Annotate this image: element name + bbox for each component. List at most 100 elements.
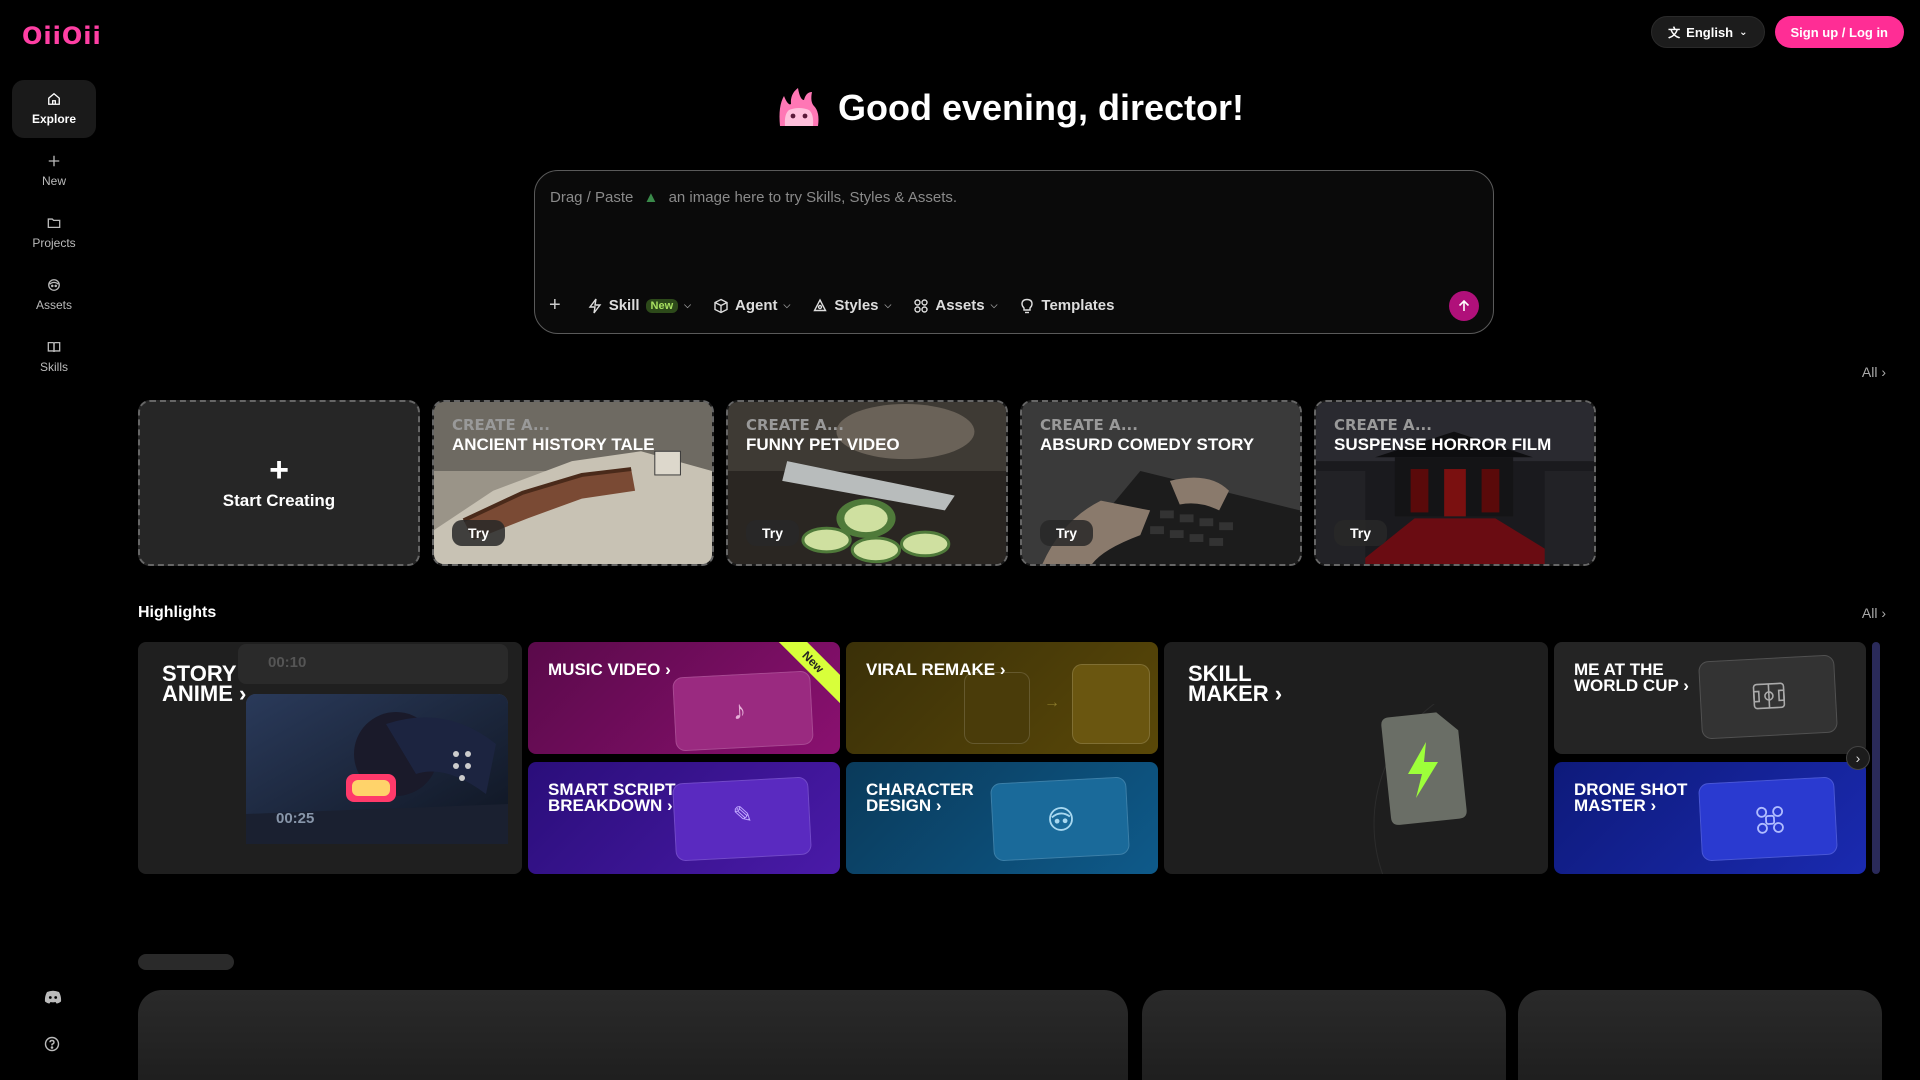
character-card (990, 776, 1130, 862)
cube-icon (714, 298, 728, 313)
all-label: All (1861, 605, 1878, 621)
card-title: ABSURD COMEDY STORY (1040, 435, 1255, 454)
app: OiiOii 文 English ⌄ Sign up / Log in Expl… (0, 0, 1920, 1080)
sidebar-item-label: Assets (35, 298, 72, 312)
sidebar-item-label: Skills (39, 360, 68, 374)
prompt-placeholder: Drag / Paste ▲ an image here to try Skil… (550, 189, 957, 206)
chevron-down-icon: ⌵ (884, 300, 892, 310)
script-icon: ✎ (732, 801, 754, 830)
highlight-viral-remake[interactable]: → VIRAL REMAKE › (846, 642, 1158, 754)
attach-plus-icon[interactable]: + (549, 294, 561, 317)
template-card-suspense-horror[interactable]: CREATE A... SUSPENSE HORROR FILM Try (1314, 400, 1596, 566)
card-kicker: CREATE A... (1040, 416, 1138, 434)
loading-title-placeholder (138, 954, 234, 970)
language-label: English (1686, 24, 1734, 40)
prompt-box[interactable]: Drag / Paste ▲ an image here to try Skil… (534, 170, 1494, 334)
templates-button[interactable]: Templates (1019, 297, 1114, 314)
character-design-label: CHARACTER DESIGN › (866, 781, 974, 815)
highlights-all-link[interactable]: All › (1862, 605, 1886, 621)
highlight-smart-script[interactable]: ✎ SMART SCRIPT BREAKDOWN › (528, 762, 840, 874)
assets-label: Assets (935, 297, 985, 314)
label-line-2: MAKER › (1188, 681, 1283, 706)
try-button[interactable]: Try (452, 520, 506, 546)
sidebar-item-label: Projects (32, 236, 76, 250)
template-card-funny-pet[interactable]: CREATE A... FUNNY PET VIDEO Try (726, 400, 1008, 566)
loading-card-placeholder (1142, 990, 1506, 1080)
highlight-character-design[interactable]: CHARACTER DESIGN › (846, 762, 1158, 874)
create-all-link[interactable]: All › (1862, 364, 1886, 380)
chevron-right-icon: › (1881, 605, 1886, 621)
chevron-down-icon: ⌵ (684, 300, 691, 310)
skill-label: Skill (608, 297, 640, 314)
placeholder-text-start: Drag / Paste (550, 189, 634, 206)
viral-remake-label: VIRAL REMAKE › (866, 660, 1006, 679)
templates-label: Templates (1041, 297, 1115, 314)
template-card-absurd-comedy[interactable]: CREATE A... ABSURD COMEDY STORY Try (1020, 400, 1302, 566)
flame-mascot-icon (779, 88, 819, 126)
card-title: SUSPENSE HORROR FILM (1334, 435, 1552, 454)
label-line-2: DESIGN › (866, 796, 942, 815)
sidebar-item-projects[interactable]: Projects (12, 204, 96, 262)
character-icon (48, 279, 60, 291)
card-kicker: CREATE A... (452, 416, 550, 434)
assets-dropdown[interactable]: Assets ⌵ (913, 297, 997, 314)
football-field-icon (1752, 682, 1786, 710)
send-button[interactable] (1449, 291, 1479, 321)
plus-icon (48, 155, 60, 167)
remake-before-card (964, 672, 1030, 744)
script-card: ✎ (672, 776, 812, 862)
signup-login-button[interactable]: Sign up / Log in (1774, 16, 1904, 48)
try-button[interactable]: Try (1334, 520, 1388, 546)
skill-maker-label: SKILL MAKER › (1188, 663, 1283, 706)
lightning-icon (588, 298, 602, 313)
skill-file-icon (1373, 704, 1467, 874)
start-creating-label: Start Creating (222, 491, 336, 510)
agent-label: Agent (735, 297, 778, 314)
language-selector[interactable]: 文 English ⌄ (1651, 16, 1765, 48)
try-button[interactable]: Try (746, 520, 800, 546)
highlight-drone-shot[interactable]: DRONE SHOT MASTER › (1554, 762, 1866, 874)
loading-card-placeholder (138, 990, 1128, 1080)
loading-card-placeholder (1518, 990, 1882, 1080)
highlights-title: Highlights (138, 604, 217, 621)
sidebar-item-assets[interactable]: Assets (12, 266, 96, 324)
agent-dropdown[interactable]: Agent ⌵ (713, 297, 790, 314)
label-line-2: MASTER › (1574, 796, 1657, 815)
translate-icon: 文 (1668, 25, 1681, 40)
sidebar-item-label: New (41, 174, 66, 188)
create-cards: + Start Creating CREATE A... ANCIENT HIS… (138, 400, 1596, 566)
app-logo[interactable]: OiiOii (22, 22, 102, 50)
label-line-2: BREAKDOWN › (548, 796, 673, 815)
start-creating-card[interactable]: + Start Creating (138, 400, 420, 566)
highlight-story-anime[interactable]: 00:10 00:25 STORY ANIME › (138, 642, 522, 874)
drone-card (1698, 776, 1838, 862)
label-line-2: WORLD CUP › (1574, 676, 1689, 695)
skill-dropdown[interactable]: Skill New ⌵ (587, 297, 691, 314)
discord-button[interactable] (44, 990, 62, 1009)
highlight-skill-maker[interactable]: SKILL MAKER › (1164, 642, 1548, 874)
help-button[interactable] (44, 1036, 60, 1057)
card-kicker: CREATE A... (746, 416, 844, 434)
template-card-ancient-history[interactable]: CREATE A... ANCIENT HISTORY TALE Try (432, 400, 714, 566)
arrow-right-icon: → (1044, 694, 1060, 711)
sidebar-item-skills[interactable]: Skills (12, 328, 96, 386)
discord-icon (44, 990, 62, 1004)
folder-icon (47, 218, 61, 229)
sidebar-item-new[interactable]: New (12, 142, 96, 200)
placeholder-text-end: an image here to try Skills, Styles & As… (668, 189, 958, 206)
styles-dropdown[interactable]: Styles ⌵ (812, 297, 891, 314)
greeting: Good evening, director! (0, 86, 1920, 130)
chevron-right-icon: › (1881, 364, 1886, 380)
chevron-down-icon: ⌵ (990, 300, 998, 310)
try-button[interactable]: Try (1040, 520, 1094, 546)
plus-icon: + (269, 451, 289, 489)
music-note-icon: ♪ (732, 694, 747, 726)
timestamp-top: 00:10 (268, 654, 307, 671)
highlight-world-cup[interactable]: ME AT THE WORLD CUP › (1554, 642, 1866, 754)
music-video-label: MUSIC VIDEO › (548, 660, 671, 679)
highlight-next-peek (1872, 642, 1880, 874)
carousel-next-button[interactable]: › (1846, 746, 1870, 770)
card-kicker: CREATE A... (1334, 416, 1432, 434)
highlight-music-video[interactable]: ♪ MUSIC VIDEO › New (528, 642, 840, 754)
chevron-down-icon: ⌄ (1739, 26, 1748, 38)
